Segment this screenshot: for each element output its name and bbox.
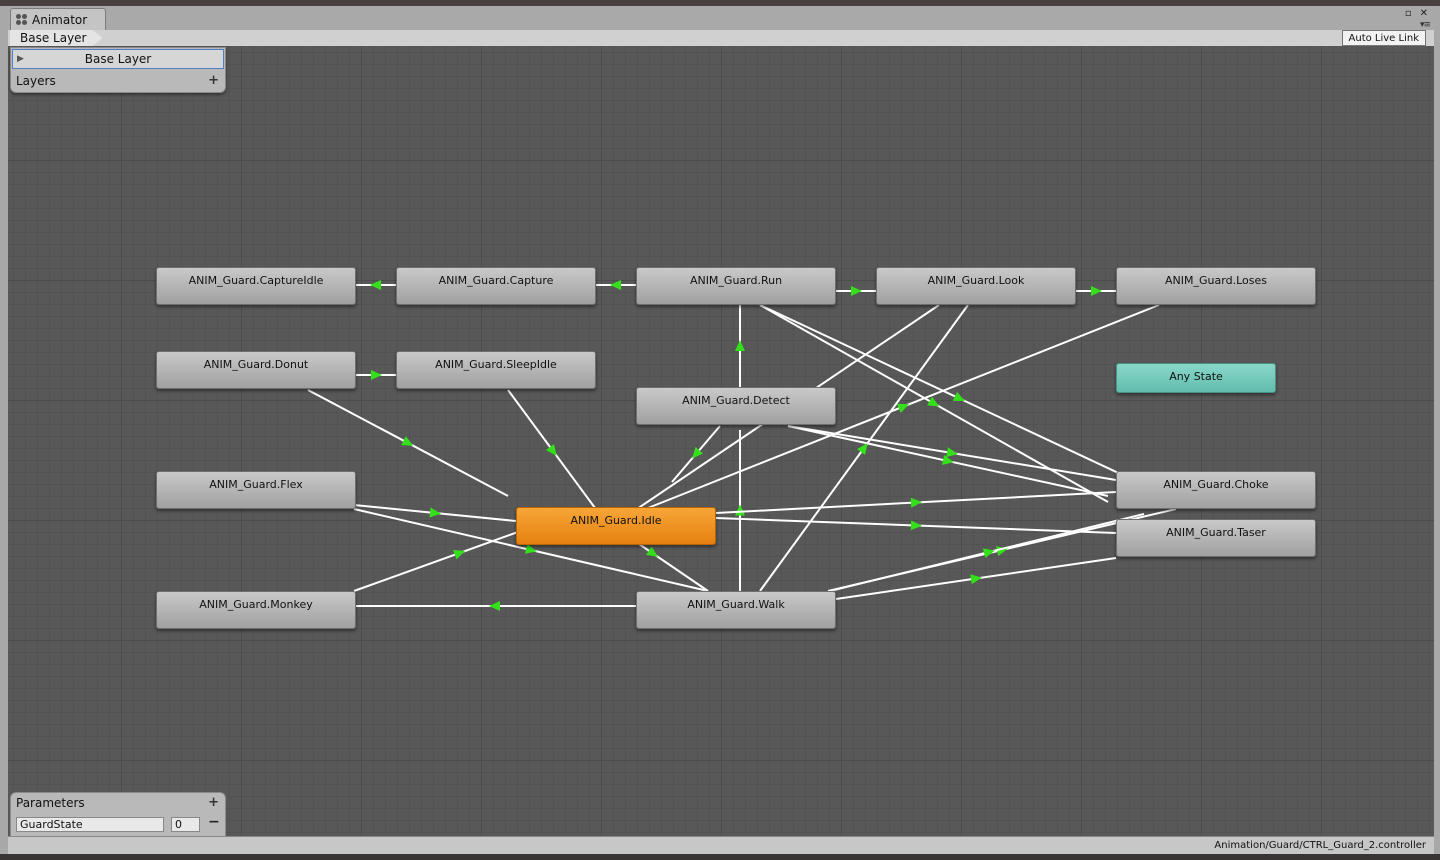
state-loses[interactable]: ANIM_Guard.Loses — [1116, 267, 1316, 305]
transition-arrow-icon — [646, 546, 658, 557]
breadcrumb-base-layer[interactable]: Base Layer — [10, 30, 103, 46]
state-capture-idle[interactable]: ANIM_Guard.CaptureIdle — [156, 267, 356, 305]
transition-arrow-icon — [453, 549, 466, 560]
state-capture[interactable]: ANIM_Guard.Capture — [396, 267, 596, 305]
parameter-value-field[interactable]: 0 — [171, 817, 200, 832]
expand-arrow-icon[interactable]: ▶ — [17, 50, 24, 68]
transition-arrow-icon — [525, 544, 537, 554]
close-icon[interactable]: ✕ — [1420, 8, 1428, 19]
parameters-heading: Parameters — [16, 796, 85, 810]
state-detect[interactable]: ANIM_Guard.Detect — [636, 387, 836, 425]
state-donut[interactable]: ANIM_Guard.Donut — [156, 351, 356, 389]
context-menu-icon[interactable]: ▾≡ — [1420, 20, 1431, 30]
state-run[interactable]: ANIM_Guard.Run — [636, 267, 836, 305]
status-bar: Animation/Guard/CTRL_Guard_2.controller — [8, 836, 1434, 855]
state-choke[interactable]: ANIM_Guard.Choke — [1116, 471, 1316, 509]
controller-path: Animation/Guard/CTRL_Guard_2.controller — [1214, 840, 1426, 851]
add-layer-icon[interactable]: + — [208, 73, 219, 88]
transition-arrow-icon — [910, 520, 922, 531]
animator-icon — [16, 13, 28, 26]
transition-arrow-icon — [371, 370, 382, 380]
state-walk[interactable]: ANIM_Guard.Walk — [636, 591, 836, 629]
state-flex[interactable]: ANIM_Guard.Flex — [156, 471, 356, 509]
state-idle-default[interactable]: ANIM_Guard.Idle — [516, 507, 716, 545]
tab-bar: Animator ▫ ✕ ▾≡ — [8, 6, 1434, 31]
transition-arrow-icon — [429, 507, 441, 518]
transition-arrow-icon — [851, 286, 862, 296]
state-monkey[interactable]: ANIM_Guard.Monkey — [156, 591, 356, 629]
layer-item-base-layer[interactable]: ▶ Base Layer — [12, 49, 224, 69]
layers-panel: ▶ Base Layer Layers + — [10, 47, 226, 93]
parameters-panel: Parameters + GuardState 0 − — [10, 792, 226, 838]
transition-arrow-icon — [1091, 286, 1102, 296]
state-look[interactable]: ANIM_Guard.Look — [876, 267, 1076, 305]
transition-arrow-icon — [910, 497, 922, 508]
state-sleep-idle[interactable]: ANIM_Guard.SleepIdle — [396, 351, 596, 389]
toolbar: Base Layer Auto Live Link — [8, 30, 1434, 47]
maximize-icon[interactable]: ▫ — [1405, 8, 1412, 19]
transition-arrow-icon — [546, 444, 557, 456]
transition-arrow-icon — [370, 280, 381, 290]
state-machine-graph[interactable]: ANIM_Guard.CaptureIdle ANIM_Guard.Captur… — [8, 46, 1434, 836]
transition-arrow-icon — [401, 436, 414, 446]
add-parameter-icon[interactable]: + — [208, 795, 219, 810]
transition-arrow-icon — [897, 403, 910, 413]
transition-arrow-icon — [735, 504, 745, 516]
tab-title: Animator — [32, 12, 88, 27]
transitions-layer — [307, 280, 1177, 611]
remove-parameter-icon[interactable]: − — [208, 814, 220, 830]
tab-animator[interactable]: Animator — [10, 8, 106, 30]
transition-arrow-icon — [927, 396, 940, 407]
window-bottom-edge — [0, 854, 1440, 860]
window-buttons: ▫ ✕ — [1405, 8, 1428, 19]
transition-arrow-icon — [610, 280, 621, 290]
layers-heading: Layers — [16, 74, 56, 88]
parameter-name-field[interactable]: GuardState — [16, 817, 164, 832]
transition-arrow-icon — [952, 391, 965, 402]
auto-live-link-toggle[interactable]: Auto Live Link — [1341, 30, 1426, 46]
transition-arrow-icon — [489, 601, 500, 611]
transition-arrow-icon — [735, 340, 745, 351]
layer-name: Base Layer — [84, 52, 152, 66]
state-any-state[interactable]: Any State — [1116, 363, 1276, 393]
state-taser[interactable]: ANIM_Guard.Taser — [1116, 519, 1316, 557]
